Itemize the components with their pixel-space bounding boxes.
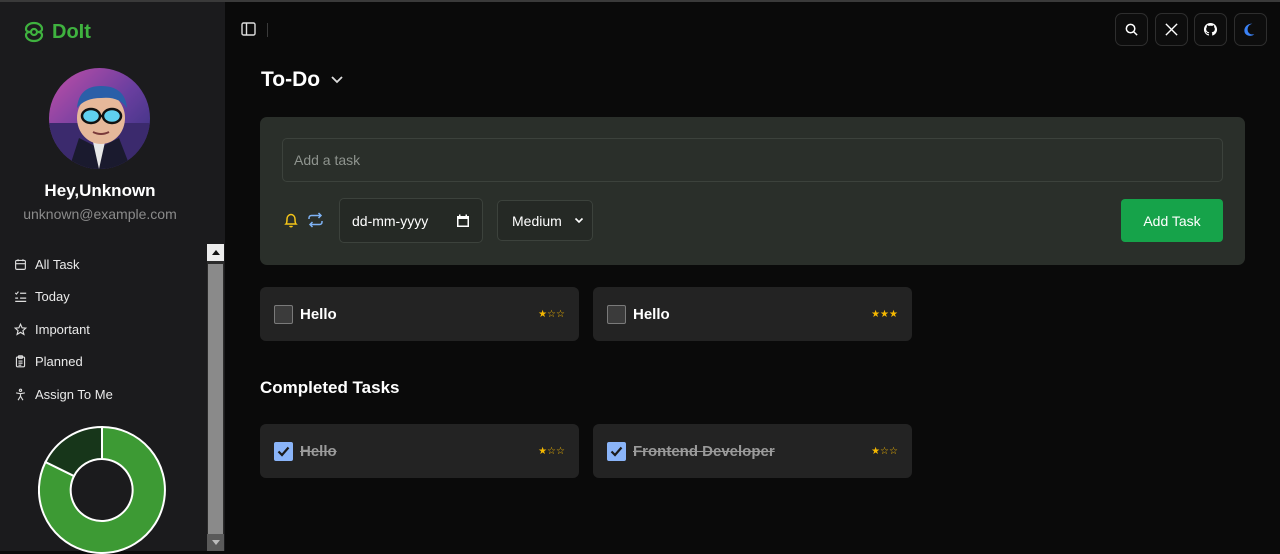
scroll-down-button[interactable]: [207, 534, 224, 551]
task-checkbox-checked[interactable]: [274, 441, 293, 461]
sidebar-item-assign-to-me[interactable]: Assign To Me: [14, 378, 199, 411]
sidebar-item-planned[interactable]: Planned: [14, 346, 199, 379]
theme-toggle-button[interactable]: [1234, 13, 1267, 46]
priority-stars: ★★★: [871, 308, 898, 320]
header-divider: [267, 23, 268, 37]
clipboard-icon: [15, 355, 26, 368]
sidebar-item-label: Today: [35, 289, 70, 305]
page-title: To-Do: [261, 68, 321, 91]
github-button[interactable]: [1194, 13, 1227, 46]
avatar[interactable]: [49, 68, 150, 169]
completed-tasks-heading: Completed Tasks: [260, 378, 400, 397]
completed-task-card[interactable]: Frontend Developer ★☆☆: [593, 424, 912, 478]
sidebar-panel-icon: [240, 22, 256, 36]
task-card[interactable]: Hello ★★★: [593, 287, 912, 341]
x-twitter-icon: [1165, 23, 1178, 36]
priority-stars: ★☆☆: [538, 445, 565, 457]
task-checkbox[interactable]: [274, 304, 293, 324]
list-check-icon: [14, 291, 27, 303]
sidebar-item-label: Important: [35, 321, 90, 337]
priority-value: Medium: [512, 212, 562, 229]
sidebar-item-label: Assign To Me: [35, 386, 113, 402]
task-title: Frontend Developer: [633, 442, 775, 460]
due-date-input[interactable]: dd-mm-yyyy: [339, 198, 483, 243]
priority-stars: ★☆☆: [871, 445, 898, 457]
sidebar-nav: All Task Today Important Planned Assign …: [14, 248, 199, 411]
github-icon: [1203, 22, 1218, 36]
sidebar-item-today[interactable]: Today: [14, 281, 199, 314]
task-title: Hello: [633, 305, 670, 323]
calendar-icon[interactable]: [456, 214, 470, 228]
task-checkbox-checked[interactable]: [607, 441, 626, 461]
task-title: Hello: [300, 305, 337, 323]
sidebar: DoIt Hey,Unknown unknown@example.com All…: [0, 2, 225, 554]
task-card[interactable]: Hello ★☆☆: [260, 287, 579, 341]
user-email: unknown@example.com: [23, 206, 177, 222]
bell-icon[interactable]: [282, 211, 300, 229]
checkmark-icon: [610, 446, 623, 457]
app-name: DoIt: [52, 20, 91, 43]
triangle-up-icon: [211, 250, 220, 255]
task-input[interactable]: [282, 138, 1223, 182]
x-twitter-button[interactable]: [1155, 13, 1188, 46]
date-placeholder: dd-mm-yyyy: [352, 212, 429, 229]
app-logo[interactable]: DoIt: [22, 20, 91, 44]
search-icon: [1125, 23, 1138, 36]
sidebar-item-label: Planned: [35, 354, 83, 370]
user-greeting: Hey,Unknown: [44, 181, 156, 200]
sidebar-item-all-task[interactable]: All Task: [14, 248, 199, 281]
checkmark-icon: [277, 446, 290, 457]
add-task-button[interactable]: Add Task: [1121, 199, 1223, 242]
person-icon: [15, 388, 26, 401]
triangle-down-icon: [211, 540, 220, 545]
sidebar-item-important[interactable]: Important: [14, 313, 199, 346]
list-title[interactable]: To-Do: [261, 68, 344, 92]
priority-stars: ★☆☆: [538, 308, 565, 320]
calendar-icon: [15, 258, 26, 270]
moon-icon: [1244, 23, 1255, 36]
star-icon: [14, 322, 27, 336]
add-task-panel: dd-mm-yyyy Medium Add Task: [260, 117, 1245, 265]
task-title: Hello: [300, 442, 337, 460]
search-button[interactable]: [1115, 13, 1148, 46]
repeat-icon[interactable]: [306, 211, 325, 229]
sidebar-item-label: All Task: [35, 256, 80, 272]
task-checkbox[interactable]: [607, 304, 626, 324]
chevron-down-icon: [574, 217, 584, 224]
logo-icon: [24, 21, 44, 43]
sidebar-scrollbar[interactable]: [207, 244, 224, 551]
sidebar-toggle-button[interactable]: [239, 20, 257, 38]
task-progress-chart: [38, 426, 166, 554]
chevron-down-icon: [331, 76, 343, 84]
priority-select[interactable]: Medium: [497, 200, 593, 241]
scroll-thumb[interactable]: [208, 264, 223, 534]
scroll-up-button[interactable]: [207, 244, 224, 261]
completed-task-card[interactable]: Hello ★☆☆: [260, 424, 579, 478]
